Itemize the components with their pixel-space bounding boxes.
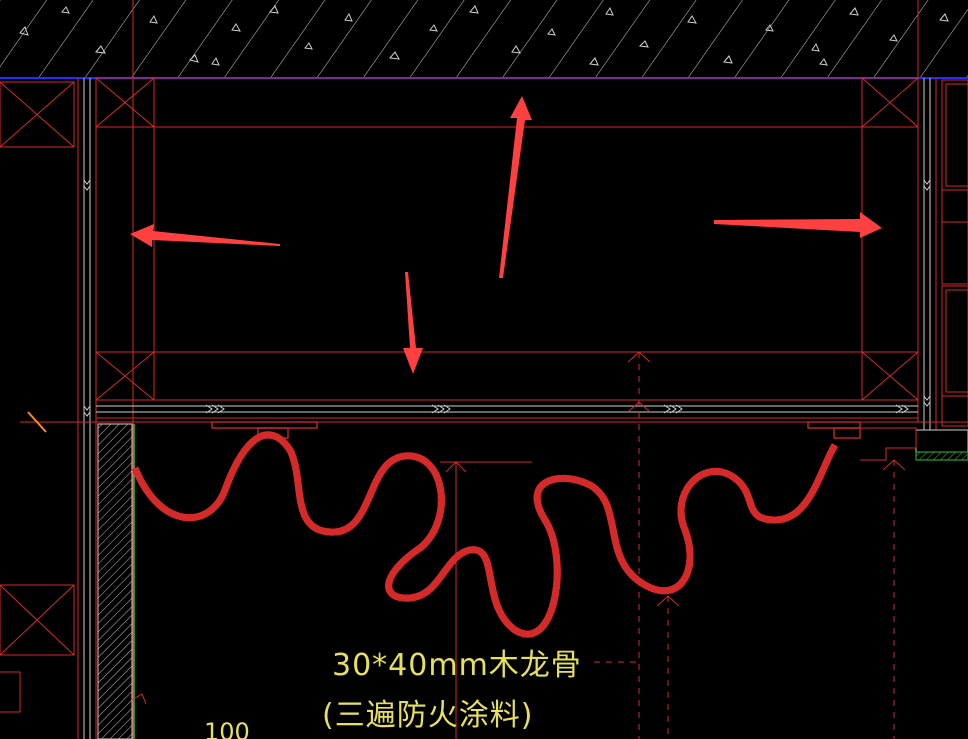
arrow-left bbox=[130, 224, 280, 247]
right-wall bbox=[923, 78, 968, 430]
wall-hatch bbox=[97, 423, 133, 739]
left-wall bbox=[0, 78, 97, 739]
right-wall-base bbox=[860, 427, 968, 461]
arrow-down bbox=[403, 272, 423, 374]
ceiling-board bbox=[20, 399, 968, 423]
mounting-clips bbox=[211, 421, 861, 439]
annotation-line-1: 30*40mm木龙骨 bbox=[332, 648, 582, 683]
arrow-right bbox=[714, 212, 882, 238]
wavy-ceiling-profile bbox=[135, 435, 835, 634]
annotation-line-2: (三遍防火涂料) bbox=[322, 698, 534, 733]
arrow-up bbox=[499, 96, 532, 278]
dimension-label: 100 bbox=[204, 718, 250, 739]
callout-arrows bbox=[130, 96, 882, 374]
cad-drawing-canvas: 30*40mm木龙骨 (三遍防火涂料) 100 bbox=[0, 0, 968, 739]
concrete-slab bbox=[0, 0, 968, 79]
cad-drawing bbox=[0, 0, 968, 739]
